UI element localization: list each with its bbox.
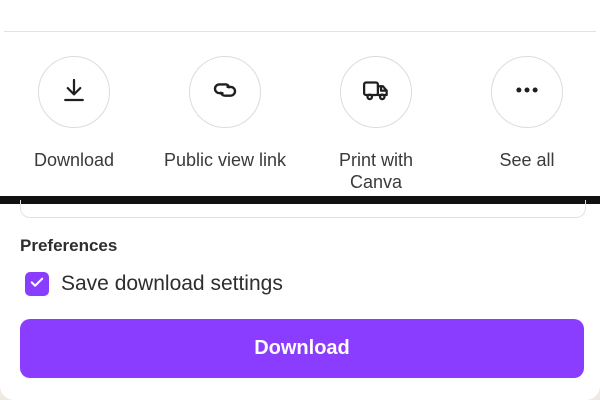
print-option-label: Print with Canva — [338, 150, 414, 192]
see-all-option-circle[interactable] — [491, 56, 563, 128]
checkmark-icon — [28, 273, 46, 296]
divider — [4, 31, 596, 32]
see-all-option-label: See all — [499, 150, 555, 170]
download-icon — [59, 75, 89, 110]
share-option-print-with-canva[interactable]: Print with Canva — [301, 56, 451, 193]
link-icon — [210, 75, 240, 110]
preferences-heading: Preferences — [20, 236, 118, 255]
save-settings-row[interactable]: Save download settings — [25, 272, 283, 296]
public-link-option-label: Public view link — [163, 150, 287, 170]
public-link-option-circle[interactable] — [189, 56, 261, 128]
download-settings-panel: Preferences Save download settings Downl… — [0, 200, 600, 400]
download-option-circle[interactable] — [38, 56, 110, 128]
truck-icon — [361, 75, 391, 110]
share-option-see-all[interactable]: See all — [452, 56, 600, 171]
download-button[interactable]: Download — [20, 319, 584, 378]
more-horizontal-icon — [512, 75, 542, 110]
share-option-public-view-link[interactable]: Public view link — [150, 56, 300, 171]
save-settings-label: Save download settings — [61, 272, 283, 295]
share-options-panel: Download Public view link Print with Can… — [0, 0, 600, 196]
save-settings-checkbox[interactable] — [25, 272, 49, 296]
share-option-download[interactable]: Download — [0, 56, 149, 171]
print-option-circle[interactable] — [340, 56, 412, 128]
download-option-label: Download — [33, 150, 115, 170]
file-settings-field[interactable] — [20, 200, 586, 218]
